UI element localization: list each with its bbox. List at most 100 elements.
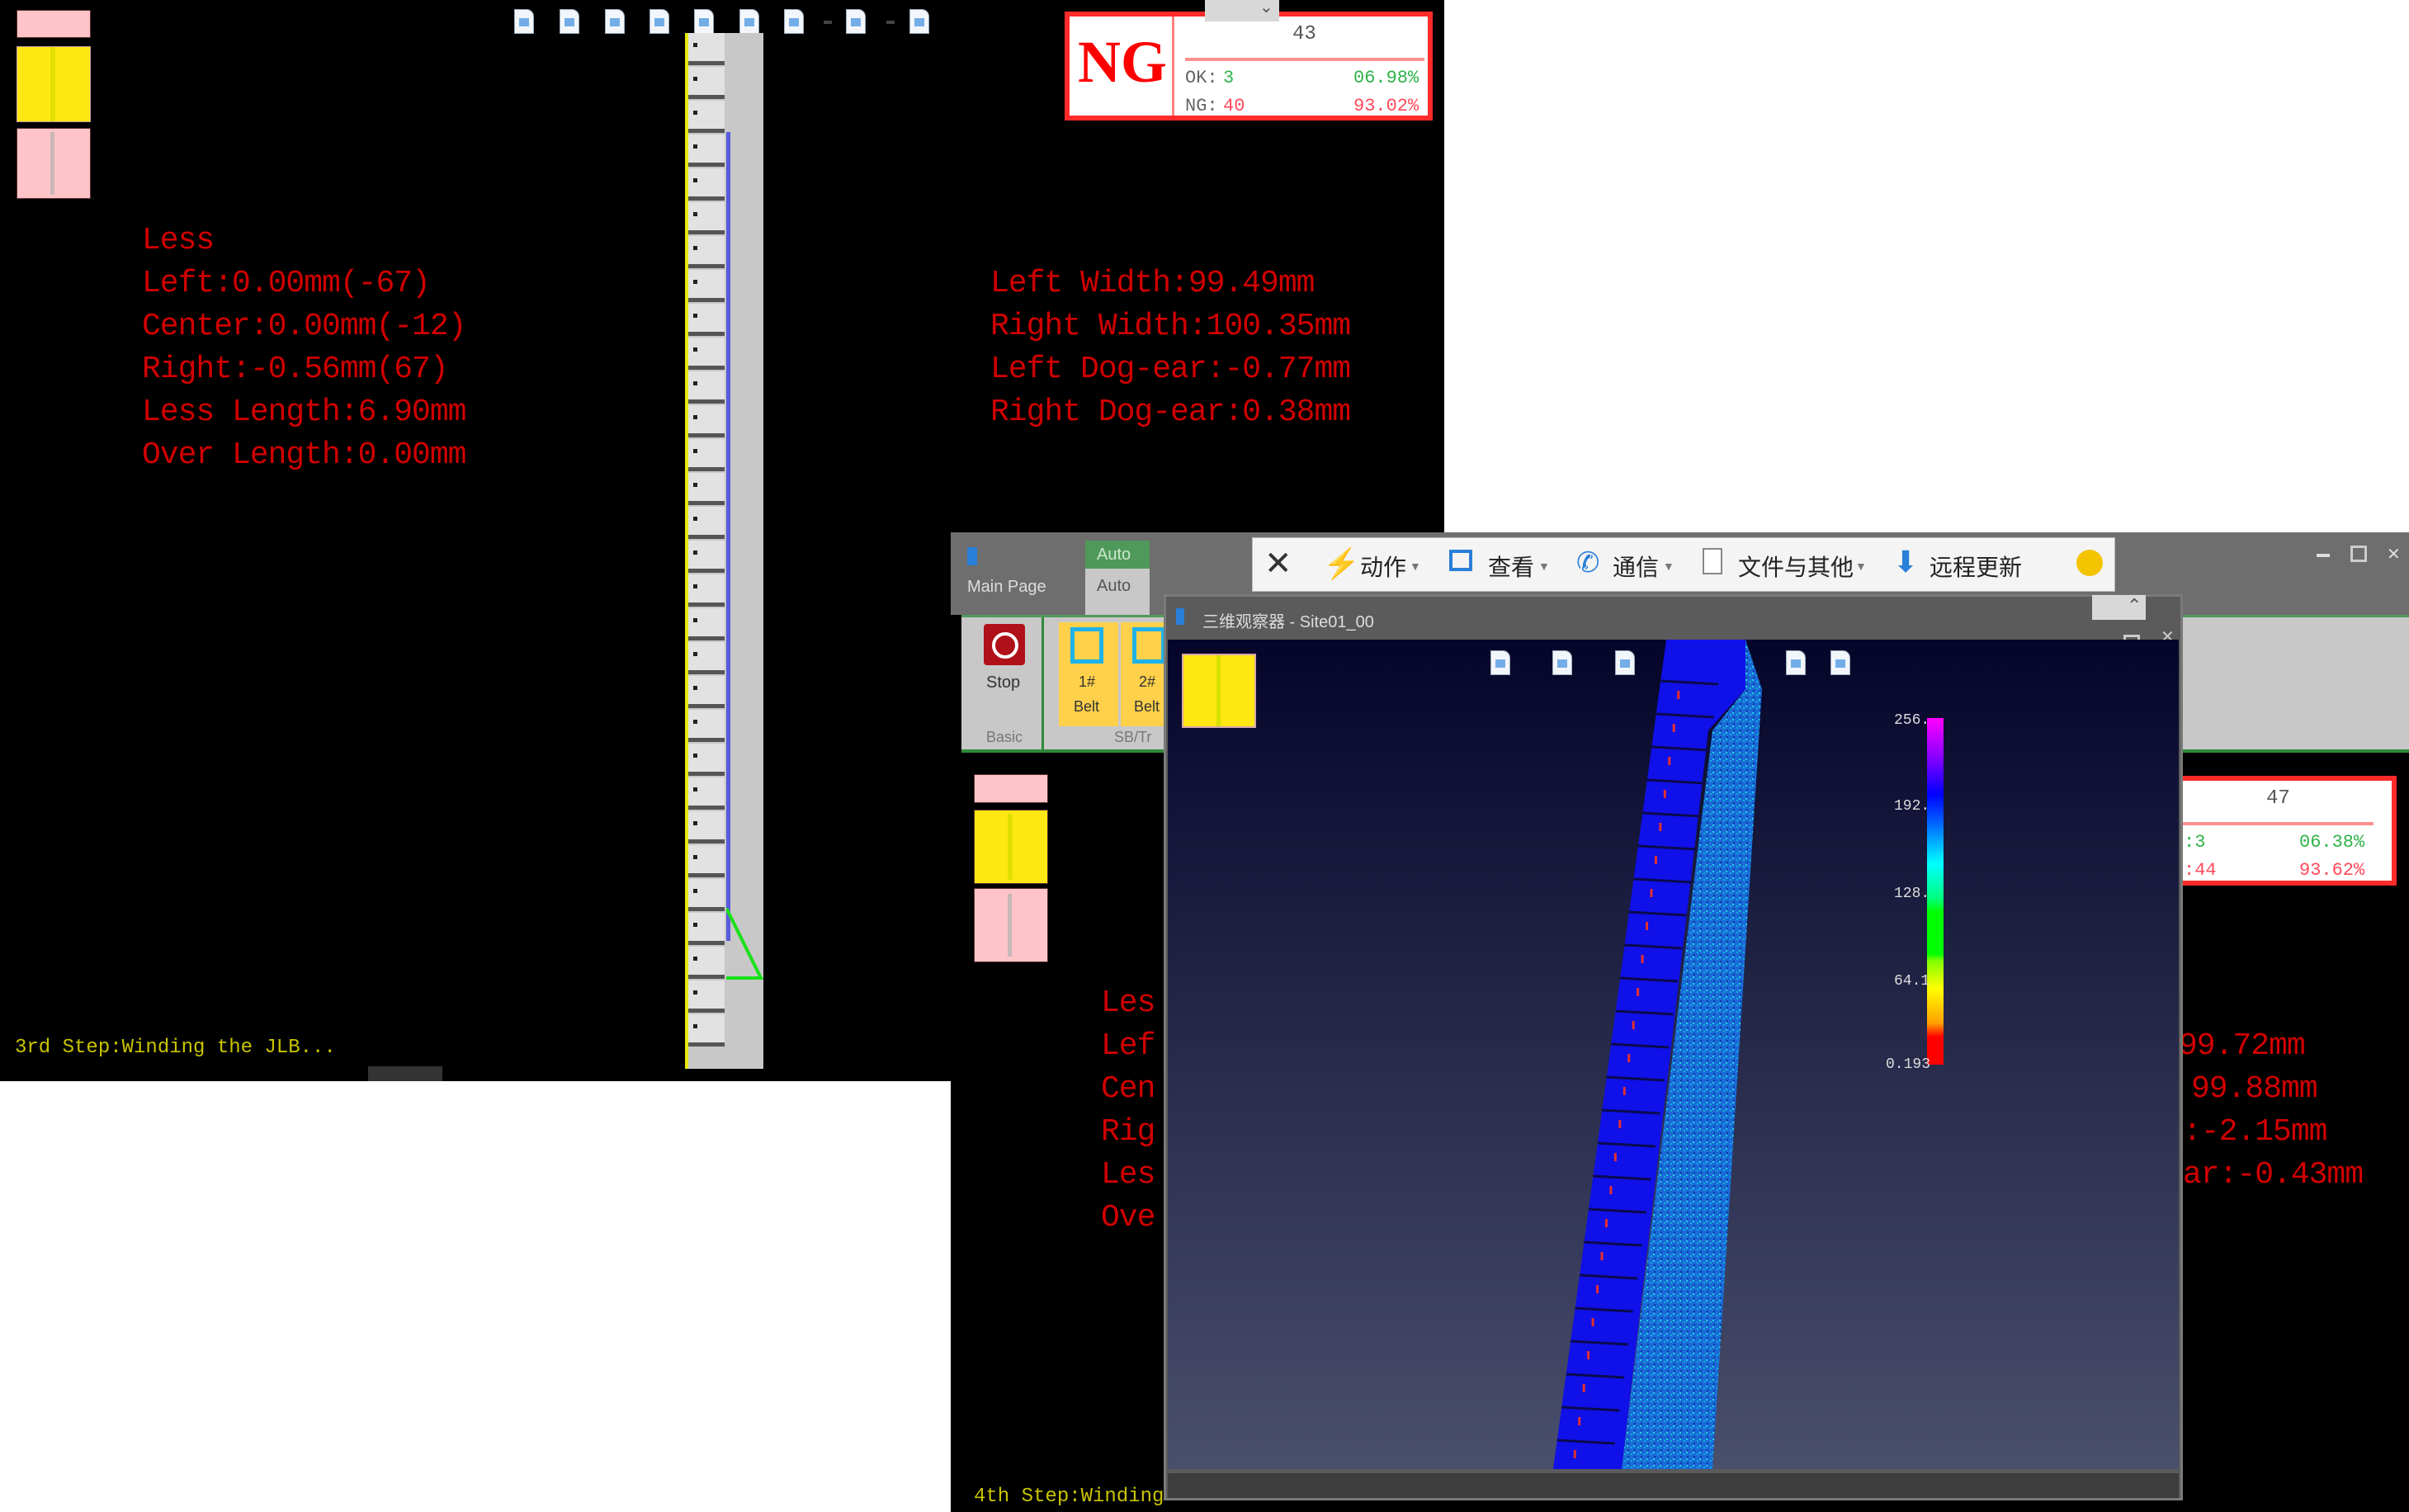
save-view-icon[interactable] [650, 10, 668, 33]
cloud-marker [1677, 691, 1680, 699]
panel-handle[interactable]: ⌄ [1205, 0, 1279, 21]
less-label: Less [142, 223, 215, 258]
center-measure: Center:0.00mm(-12) [142, 309, 466, 344]
chevron-up-icon[interactable]: ⌃ [2127, 595, 2142, 617]
group-basic-label: Basic [986, 729, 1023, 745]
left-dog-ear: :-2.15mm [2183, 1114, 2327, 1150]
right-dog-ear: ar:-0.43mm [2183, 1157, 2364, 1193]
layer-icon[interactable] [740, 10, 758, 33]
cloud-marker [1587, 1351, 1590, 1359]
strip-cell [688, 101, 725, 133]
ok-count: :3 [2184, 832, 2206, 853]
less-label: Les [1101, 985, 1155, 1021]
over-length: Over Length:0.00mm [142, 437, 466, 473]
belt1-button[interactable]: 1# Belt [1059, 622, 1118, 726]
strip-cell [688, 811, 725, 843]
stop-icon[interactable] [984, 624, 1025, 665]
right-measure: Right:-0.56mm(67) [142, 352, 449, 387]
chevron-down-icon[interactable]: ▼ [1663, 560, 1674, 573]
ok-percent: 06.38% [2299, 832, 2365, 853]
ok-label: OK: [1185, 68, 1218, 88]
toolbar-separator [824, 21, 832, 24]
strip-cell [688, 744, 725, 776]
strip-cell [688, 371, 725, 404]
ng-percent: 93.62% [2299, 860, 2365, 881]
grid-view-icon[interactable] [695, 10, 713, 33]
chevron-down-icon[interactable]: ▼ [1538, 560, 1550, 573]
right-width: 99.88mm [2191, 1071, 2318, 1107]
strip-cell [688, 67, 725, 99]
menu-view[interactable]: 查看 [1488, 550, 1534, 583]
result-panel: 47 :3 06.38% :44 93.62% [2162, 776, 2397, 886]
app-icon [967, 547, 977, 565]
colorbar-tick-128: 128. [1894, 886, 1930, 902]
smiley-icon[interactable] [2076, 550, 2103, 576]
less-length: Less Length:6.90mm [142, 395, 466, 430]
close-icon[interactable]: ✕ [2387, 544, 2401, 565]
lightning-icon: ⚡ [1323, 546, 1360, 580]
tab-auto-context[interactable]: Auto [1085, 541, 1150, 569]
left-measure: Lef [1101, 1028, 1155, 1064]
chevron-down-icon[interactable]: ⌄ [1259, 0, 1273, 17]
strip-cell [688, 168, 725, 201]
3d-viewport[interactable]: 256. 192. 128. 64.1 0.193 [1168, 640, 2179, 1469]
menu-comm[interactable]: 通信 [1613, 550, 1659, 583]
menu-files[interactable]: 文件与其他 [1738, 550, 1854, 583]
status-strip-bottom [974, 888, 1048, 962]
verdict-label: NG [1078, 29, 1167, 95]
minimize-icon[interactable] [2317, 554, 2330, 557]
tab-main-page[interactable]: Main Page [967, 578, 1046, 597]
strip-cell [688, 270, 725, 302]
strip-cell [688, 913, 725, 945]
strip-cell [688, 473, 725, 505]
restore-icon[interactable] [2350, 546, 2367, 562]
strip-cell [688, 879, 725, 911]
strip-cell [688, 1014, 725, 1047]
remote-update-button[interactable]: 远程更新 [1930, 550, 2022, 583]
right-width: Right Width:100.35mm [990, 309, 1351, 344]
right-measure: Rig [1101, 1114, 1155, 1150]
cloud-marker [1641, 955, 1644, 963]
group-sb-label: SB/Tr [1114, 729, 1152, 745]
chevron-down-icon[interactable]: ▼ [1410, 560, 1421, 573]
strip-cell [688, 33, 725, 65]
strip-cell [688, 202, 725, 234]
image-icon[interactable] [910, 10, 928, 33]
cloud-marker [1613, 1153, 1617, 1161]
close-toolbar-icon[interactable]: ✕ [1264, 545, 1292, 583]
cloud-marker [1646, 922, 1649, 930]
cloud-marker [1609, 1186, 1613, 1194]
cloud-marker [1618, 1120, 1622, 1128]
strip-cell [688, 541, 725, 573]
color-map-icon[interactable] [847, 10, 865, 33]
total-count: 47 [2266, 787, 2290, 810]
fit-view-icon[interactable] [515, 10, 533, 33]
menu-action[interactable]: 动作 [1360, 550, 1406, 583]
colorbar-max: 256. [1894, 712, 1930, 729]
less-length: Les [1101, 1157, 1155, 1193]
quick-toolbar: ✕ ⚡ 动作 ▼ 查看 ▼ ✆ 通信 ▼ 文件与其他 ▼ ⬇ 远程更新 [1252, 537, 2115, 592]
stop-button[interactable]: Stop [986, 673, 1020, 692]
status-step: 3rd Step:Winding the JLB... [15, 1037, 336, 1059]
colorbar-tick-64: 64.1 [1894, 973, 1930, 990]
cloud-marker [1573, 1450, 1576, 1458]
reset-view-icon[interactable] [560, 10, 579, 33]
file-icon [1703, 548, 1722, 574]
export-icon[interactable] [785, 10, 803, 33]
belt-icon [1070, 627, 1103, 664]
tab-auto[interactable]: Auto [1085, 569, 1150, 615]
viewer-status-bar [1168, 1473, 2179, 1498]
strip-cell [688, 642, 725, 674]
ng-count: :44 [2184, 860, 2217, 881]
left-dog-ear: Left Dog-ear:-0.77mm [990, 352, 1351, 387]
strip-cell [688, 304, 725, 336]
right-dog-ear: Right Dog-ear:0.38mm [990, 395, 1351, 430]
side-view-icon[interactable] [606, 10, 624, 33]
chevron-down-icon[interactable]: ▼ [1855, 560, 1867, 573]
status-strip-top [974, 774, 1048, 803]
status-strip-bottom [17, 128, 91, 199]
cloud-marker [1596, 1285, 1599, 1293]
download-icon: ⬇ [1893, 545, 1919, 579]
belt2-button[interactable]: 2# Belt [1121, 622, 1170, 726]
panel-handle[interactable]: ⌃ [2092, 595, 2146, 620]
